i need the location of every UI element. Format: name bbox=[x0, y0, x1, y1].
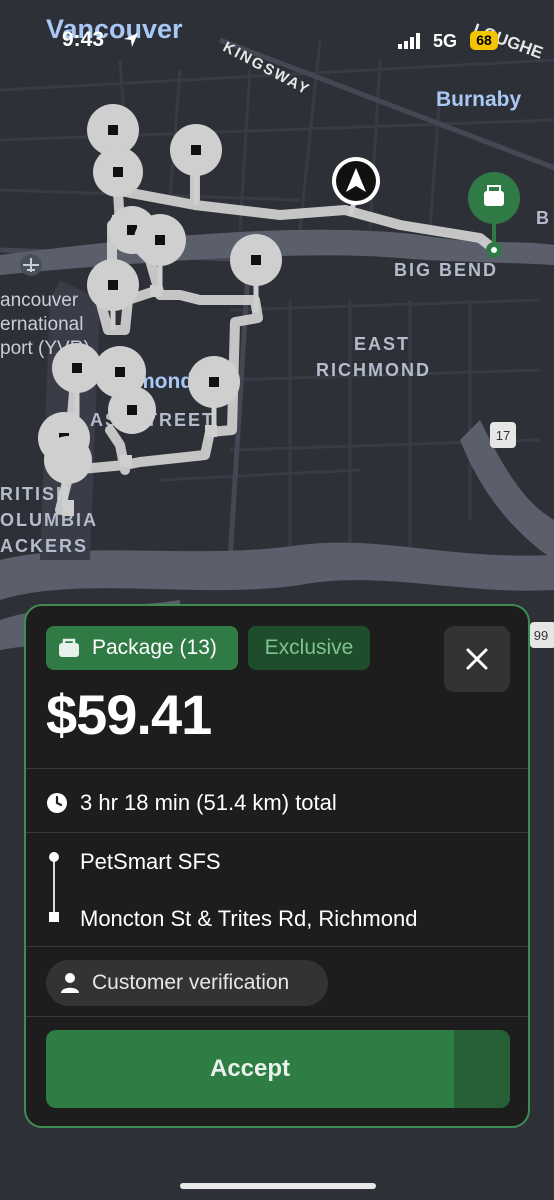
map-label-bc-2: OLUMBIA bbox=[0, 510, 98, 530]
verification-label: Customer verification bbox=[92, 971, 290, 994]
exclusive-label: Exclusive bbox=[264, 636, 354, 659]
customer-verification-chip: Customer verification bbox=[46, 960, 328, 1006]
map-label-bc-3: ACKERS bbox=[0, 536, 88, 556]
package-tag: Package (13) bbox=[46, 626, 238, 670]
status-time: 9:43 bbox=[62, 28, 105, 51]
clock-icon bbox=[47, 793, 67, 813]
accept-button[interactable]: Accept bbox=[46, 1030, 510, 1108]
accept-label: Accept bbox=[209, 1055, 291, 1082]
duration-text: 3 hr 18 min (51.4 km) total bbox=[80, 790, 337, 815]
network-type: 5G bbox=[433, 31, 458, 51]
divider bbox=[26, 832, 528, 833]
map-label-big-bend: BIG BEND bbox=[394, 260, 498, 280]
home-indicator[interactable] bbox=[180, 1183, 376, 1189]
svg-text:99: 99 bbox=[534, 628, 548, 643]
status-bar: 9:43 5G 68 bbox=[0, 0, 554, 70]
dropoff-marker bbox=[49, 912, 59, 922]
map-label-edge-b: B bbox=[536, 208, 549, 228]
map-label-airport-2: ernational bbox=[0, 314, 83, 335]
location-arrow-icon bbox=[124, 33, 138, 47]
divider bbox=[26, 946, 528, 947]
pickup-location: PetSmart SFS bbox=[80, 849, 221, 874]
airport-icon bbox=[20, 254, 42, 276]
exclusive-tag: Exclusive bbox=[248, 626, 370, 670]
svg-text:17: 17 bbox=[496, 428, 510, 443]
pickup-marker bbox=[49, 852, 59, 862]
person-icon bbox=[61, 973, 79, 993]
stop-pin bbox=[44, 436, 92, 484]
highway-shield-17: 17 bbox=[490, 422, 516, 448]
signal-bars-icon bbox=[398, 33, 420, 49]
map-label-richmond-east: RICHMOND bbox=[316, 360, 431, 380]
divider bbox=[26, 1016, 528, 1017]
offer-card: Package (13) Exclusive $59.41 3 hr 18 mi… bbox=[24, 604, 530, 1128]
battery-level: 68 bbox=[470, 31, 498, 50]
dropoff-location: Moncton St & Trites Rd, Richmond bbox=[80, 906, 418, 931]
close-icon bbox=[466, 648, 488, 670]
divider bbox=[26, 768, 528, 769]
bag-icon bbox=[59, 638, 79, 657]
close-button[interactable] bbox=[444, 626, 510, 692]
package-label: Package (13) bbox=[92, 636, 217, 659]
accept-progress-remaining bbox=[454, 1030, 510, 1108]
stop-pin bbox=[93, 147, 143, 197]
map-label-burnaby: Burnaby bbox=[436, 88, 522, 111]
map-label-east: EAST bbox=[354, 334, 410, 354]
map-label-airport-1: ancouver bbox=[0, 290, 79, 311]
highway-shield-99: 99 bbox=[530, 622, 554, 648]
stop-pin bbox=[108, 386, 156, 434]
offer-price: $59.41 bbox=[46, 683, 212, 746]
